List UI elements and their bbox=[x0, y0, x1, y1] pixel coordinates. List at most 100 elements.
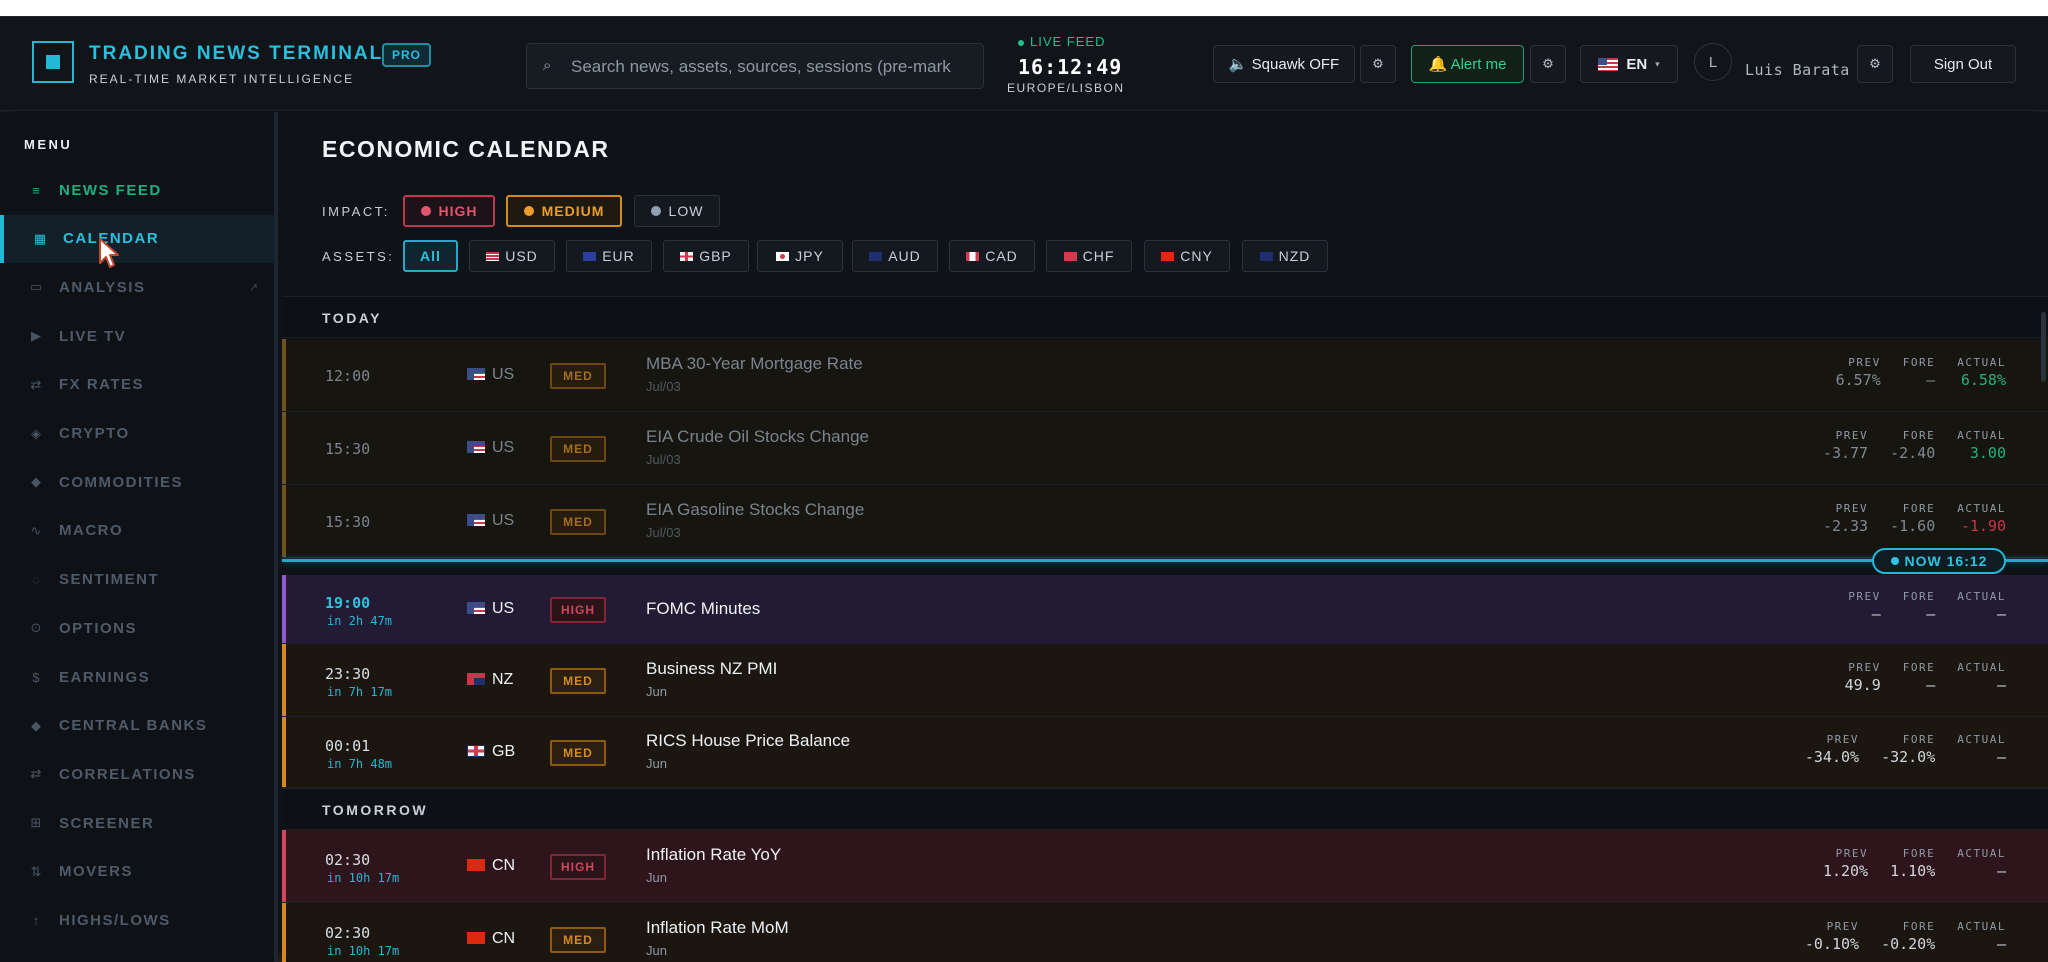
event-row[interactable]: 23:30 in 7h 17m NZ MED Business NZ PMI Jun PRE… bbox=[282, 644, 2048, 717]
event-row[interactable]: 12:00 US MED MBA 30-Year Mortgage Rate Jul/0… bbox=[282, 339, 2048, 412]
sidebar: MENU ≡ NEWS FEED ▦ CALENDAR ▭ ANALYSIS ↗ ▶ LIVE … bbox=[0, 112, 278, 962]
impact-filter-low[interactable]: LOW bbox=[634, 195, 720, 227]
event-country: US bbox=[492, 365, 515, 383]
event-row[interactable]: 02:30 in 10h 17m CN HIGH Inflation Rate YoY J… bbox=[282, 830, 2048, 903]
event-countdown: in 2h 47m bbox=[327, 613, 393, 628]
sidebar-item-live-tv[interactable]: ▶ LIVE TV bbox=[0, 312, 274, 360]
logo-icon[interactable] bbox=[32, 41, 74, 83]
search-input[interactable]: ⌕ Search news, assets, sources, sessions… bbox=[526, 43, 984, 89]
sidebar-item-analysis[interactable]: ▭ ANALYSIS ↗ bbox=[0, 263, 274, 311]
us-flag-icon bbox=[467, 440, 485, 453]
asset-filter-cny[interactable]: CNY bbox=[1144, 240, 1230, 272]
impact-bar bbox=[282, 339, 286, 411]
asset-filter-aud[interactable]: AUD bbox=[852, 240, 938, 272]
asset-filter-label: GBP bbox=[699, 248, 732, 264]
value-text: -1.90 bbox=[1960, 516, 2006, 535]
sidebar-item-screener[interactable]: ⊞ SCREENER bbox=[0, 799, 274, 847]
event-countdown: in 10h 17m bbox=[327, 870, 400, 885]
sidebar-item-movers[interactable]: ⇅ MOVERS bbox=[0, 848, 274, 896]
asset-filter-all[interactable]: All bbox=[403, 240, 458, 272]
value-fore: FORE 1.10% bbox=[1890, 847, 1935, 880]
arrows-icon: ⇄ bbox=[30, 766, 42, 782]
language-select[interactable]: EN ▾ bbox=[1580, 45, 1678, 83]
sidebar-item-label: LIVE TV bbox=[59, 327, 127, 345]
event-row[interactable]: 00:01 in 7h 48m GB MED RICS House Price Bala… bbox=[282, 717, 2048, 788]
event-time: 23:30 bbox=[325, 664, 371, 683]
value-fore: FORE — bbox=[1903, 356, 1936, 389]
sidebar-item-earnings[interactable]: $ EARNINGS bbox=[0, 653, 274, 701]
asset-filter-eur[interactable]: EUR bbox=[566, 240, 652, 272]
sidebar-item-commodities[interactable]: ◆ COMMODITIES bbox=[0, 458, 274, 506]
chevron-down-icon: ▾ bbox=[1655, 58, 1660, 69]
asset-filter-jpy[interactable]: JPY bbox=[757, 240, 843, 272]
event-row[interactable]: 15:30 US MED EIA Gasoline Stocks Change Jul/… bbox=[282, 485, 2048, 558]
sidebar-item-correlations[interactable]: ⇄ CORRELATIONS bbox=[0, 750, 274, 798]
asset-filter-chf[interactable]: CHF bbox=[1046, 240, 1132, 272]
value-text: 1.10% bbox=[1890, 861, 1936, 880]
value-prev: PREV -2.33 bbox=[1823, 502, 1868, 535]
impact-badge: MED bbox=[550, 926, 606, 953]
alert-me-button[interactable]: 🔔 Alert me bbox=[1411, 45, 1524, 83]
value-text: -34.0% bbox=[1804, 747, 1860, 766]
sidebar-item-label: COMMODITIES bbox=[59, 473, 183, 491]
asset-filter-cad[interactable]: CAD bbox=[949, 240, 1035, 272]
asset-filter-label: NZD bbox=[1278, 248, 1311, 264]
sidebar-item-central-banks[interactable]: ◆ CENTRAL BANKS bbox=[0, 702, 274, 750]
event-row[interactable]: 02:30 in 10h 17m CN MED Inflation Rate MoM Ju… bbox=[282, 903, 2048, 962]
value-prev: PREV -0.10% bbox=[1805, 920, 1859, 953]
event-name: EIA Crude Oil Stocks Change bbox=[646, 426, 870, 446]
event-countdown: in 7h 17m bbox=[327, 684, 393, 699]
impact-bar bbox=[282, 412, 286, 484]
play-icon: ▶ bbox=[31, 328, 41, 344]
sidebar-item-news-feed[interactable]: ≡ NEWS FEED bbox=[0, 166, 274, 214]
impact-filter-label: LOW bbox=[668, 203, 704, 219]
impact-bar bbox=[282, 644, 286, 716]
asset-filter-usd[interactable]: USD bbox=[469, 240, 555, 272]
asset-filter-nzd[interactable]: NZD bbox=[1242, 240, 1328, 272]
sidebar-item-highs-lows[interactable]: ↑ HIGHS/LOWS bbox=[0, 897, 274, 945]
user-settings-button[interactable]: ⚙ bbox=[1857, 45, 1893, 83]
sidebar-item-fx-rates[interactable]: ⇄ FX RATES bbox=[0, 361, 274, 409]
gear-icon: ⚙ bbox=[1372, 56, 1384, 71]
event-name: Business NZ PMI bbox=[646, 658, 778, 678]
impact-bar bbox=[282, 903, 286, 962]
event-period: Jun bbox=[646, 755, 667, 771]
asset-filter-gbp[interactable]: GBP bbox=[663, 240, 749, 272]
value-label: FORE bbox=[1902, 732, 1936, 746]
event-country: GB bbox=[492, 742, 516, 760]
value-label: FORE bbox=[1902, 846, 1936, 860]
impact-filter-high[interactable]: HIGH bbox=[403, 195, 495, 227]
value-label: ACTUAL bbox=[1957, 919, 2006, 933]
sidebar-item-macro[interactable]: ∿ MACRO bbox=[0, 507, 274, 555]
value-label: PREV bbox=[1826, 732, 1860, 746]
squawk-settings-button[interactable]: ⚙ bbox=[1360, 45, 1396, 83]
impact-filter-medium[interactable]: MEDIUM bbox=[506, 195, 622, 227]
sign-out-button[interactable]: Sign Out bbox=[1910, 45, 2016, 83]
impact-badge: MED bbox=[550, 435, 606, 462]
value-text: -2.33 bbox=[1822, 516, 1869, 535]
impact-filter-label: HIGH bbox=[438, 203, 478, 219]
value-label: PREV bbox=[1826, 919, 1860, 933]
alert-settings-button[interactable]: ⚙ bbox=[1530, 45, 1566, 83]
event-row[interactable]: 19:00 in 2h 47m US HIGH FOMC Minutes PREV — FOR… bbox=[282, 575, 2048, 644]
avatar[interactable]: L bbox=[1694, 43, 1732, 81]
scrollbar-thumb[interactable] bbox=[2041, 312, 2046, 382]
squawk-toggle-button[interactable]: 🔈 Squawk OFF bbox=[1213, 45, 1355, 83]
event-row[interactable]: 15:30 US MED EIA Crude Oil Stocks Change Jul… bbox=[282, 412, 2048, 485]
value-actual: ACTUAL -1.90 bbox=[1957, 502, 2006, 535]
event-values: PREV 6.57% FORE — ACTUAL 6.58% bbox=[1836, 356, 2006, 389]
sidebar-item-crypto[interactable]: ◈ CRYPTO bbox=[0, 410, 274, 458]
impact-bar bbox=[282, 717, 286, 787]
sidebar-item-options[interactable]: ⊙ OPTIONS bbox=[0, 604, 274, 652]
aud-flag-icon bbox=[869, 251, 883, 261]
sidebar-item-insiders[interactable]: ●INSIDERS bbox=[0, 945, 274, 962]
sidebar-item-sentiment[interactable]: ◌ SENTIMENT bbox=[0, 556, 274, 604]
gear-icon: ⚙ bbox=[1542, 56, 1554, 71]
impact-badge: MED bbox=[550, 739, 606, 766]
now-label: NOW 16:12 bbox=[1904, 553, 1988, 569]
sidebar-item-calendar[interactable]: ▦ CALENDAR bbox=[0, 214, 274, 263]
calendar-icon: ▦ bbox=[33, 230, 47, 246]
sidebar-item-label: OPTIONS bbox=[59, 619, 138, 637]
cn-flag-icon bbox=[467, 858, 485, 871]
sidebar-item-label: CORRELATIONS bbox=[59, 765, 196, 783]
